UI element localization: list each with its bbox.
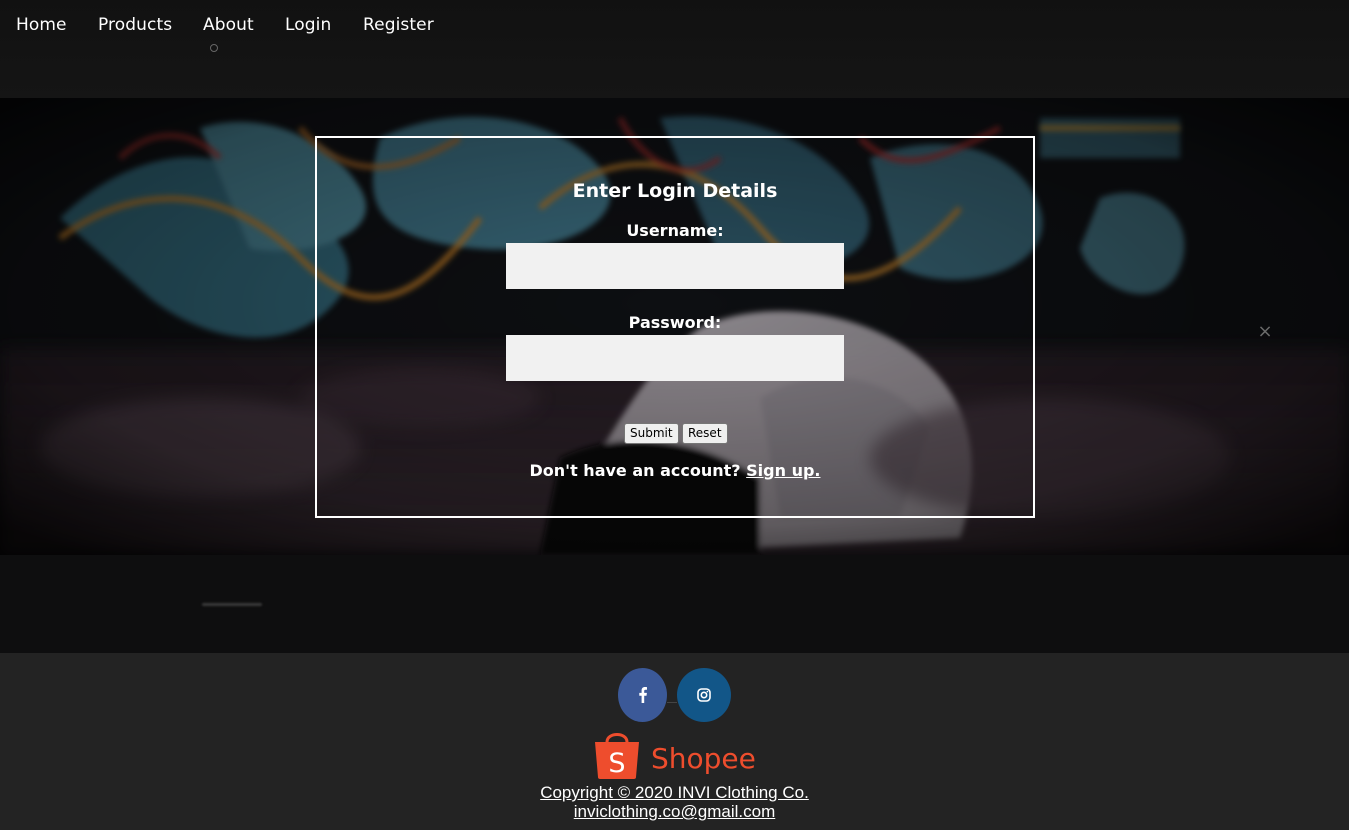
facebook-icon [638, 687, 647, 703]
page: Home Products About Login Register × Ent… [0, 0, 1349, 830]
background-streak [202, 603, 262, 606]
nav-item-home[interactable]: Home [16, 14, 67, 36]
shopee-logo[interactable]: S Shopee [593, 728, 763, 782]
close-icon[interactable]: × [1256, 323, 1274, 341]
instagram-button[interactable] [677, 668, 731, 722]
shopee-bag-icon: S [595, 733, 639, 779]
top-navigation: Home Products About Login Register [0, 0, 1349, 98]
nav-item-login[interactable]: Login [285, 14, 331, 36]
facebook-button[interactable] [618, 668, 667, 722]
signup-link[interactable]: Sign up. [746, 461, 820, 480]
footer: S Shopee Copyright © 2020 INVI Clothing … [0, 653, 1349, 830]
copyright-text: Copyright © 2020 INVI Clothing Co. [540, 783, 809, 802]
instagram-icon [697, 688, 711, 702]
shopee-bag-letter: S [608, 748, 625, 779]
reset-button[interactable]: Reset [682, 423, 728, 444]
signup-prompt: Don't have an account? Sign up. [317, 461, 1033, 480]
username-input[interactable] [506, 243, 844, 289]
submit-button[interactable]: Submit [624, 423, 679, 444]
nav-item-products[interactable]: Products [98, 14, 172, 36]
login-title: Enter Login Details [572, 180, 778, 202]
nav-item-about[interactable]: About [203, 14, 254, 36]
signup-prompt-text: Don't have an account? [529, 461, 741, 480]
contact-email-link[interactable]: inviclothing.co@gmail.com [0, 802, 1349, 821]
nav-indicator-dot [210, 44, 218, 52]
shopee-wordmark: Shopee [651, 742, 756, 775]
password-input[interactable] [506, 335, 844, 381]
password-label: Password: [628, 313, 722, 332]
social-separator [667, 702, 677, 703]
nav-item-register[interactable]: Register [363, 14, 434, 36]
login-form: Enter Login Details Username: Password: … [315, 136, 1035, 518]
username-label: Username: [626, 221, 724, 240]
